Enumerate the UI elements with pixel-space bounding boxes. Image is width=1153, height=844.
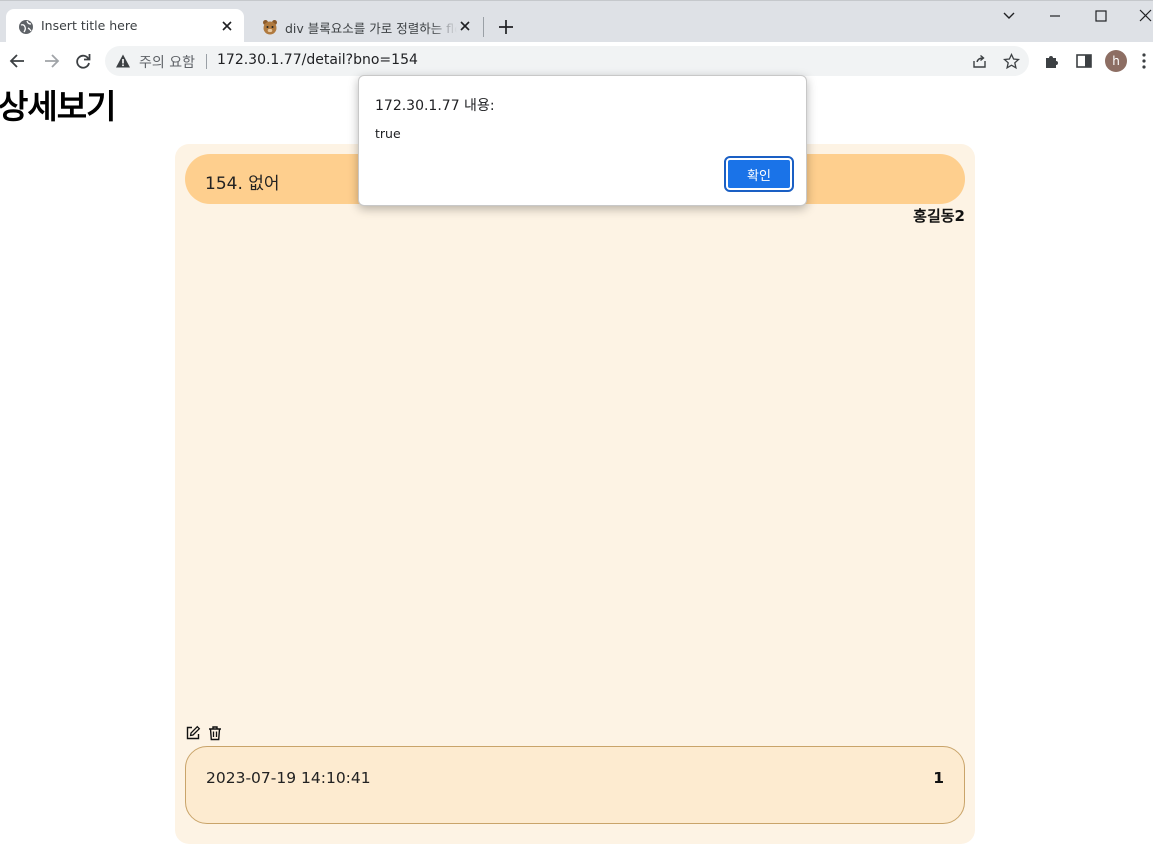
forward-arrow-icon[interactable] <box>41 51 61 71</box>
new-tab-icon[interactable] <box>495 16 517 38</box>
more-menu-icon[interactable] <box>1140 52 1148 70</box>
address-bar[interactable]: 주의 요함 172.30.1.77/detail?bno=154 <box>105 46 1029 76</box>
share-icon[interactable] <box>971 53 988 70</box>
warning-icon[interactable] <box>115 53 131 69</box>
post-detail-card: 154. 없어 홍길동2 2023-07-19 14:10:41 1 <box>175 144 975 844</box>
back-arrow-icon[interactable] <box>8 51 28 71</box>
address-divider <box>206 54 207 69</box>
tab-insert-title[interactable]: Insert title here <box>6 9 244 43</box>
post-date: 2023-07-19 14:10:41 <box>206 769 371 787</box>
ok-button[interactable]: 확인 <box>724 156 794 192</box>
close-icon[interactable] <box>456 17 474 35</box>
alert-dialog: 172.30.1.77 내용: true 확인 <box>358 75 807 206</box>
window-close-icon[interactable] <box>1130 5 1153 27</box>
post-author: 홍길동2 <box>913 207 965 225</box>
minimize-icon[interactable] <box>1040 5 1070 27</box>
reload-icon[interactable] <box>73 51 93 71</box>
tab-title: Insert title here <box>41 18 138 33</box>
close-icon[interactable] <box>218 17 236 35</box>
globe-icon <box>19 20 33 34</box>
tab-search-chevron-icon[interactable] <box>994 5 1024 27</box>
edit-icon[interactable] <box>185 725 201 741</box>
tab-div-flex[interactable]: div 블록요소를 가로 정렬하는 fle <box>250 9 482 43</box>
bear-favicon-icon <box>263 20 277 35</box>
bookmark-star-icon[interactable] <box>1003 53 1020 70</box>
page-title: 상세보기 <box>0 87 116 126</box>
extensions-puzzle-icon[interactable] <box>1043 52 1061 70</box>
dialog-message: true <box>375 126 401 141</box>
profile-avatar[interactable]: h <box>1105 50 1127 72</box>
tab-strip: Insert title here div 블록요소를 가로 정렬하는 fle <box>0 0 1153 43</box>
post-title: 154. 없어 <box>205 174 280 194</box>
side-panel-icon[interactable] <box>1075 52 1093 70</box>
security-status-label[interactable]: 주의 요함 <box>139 52 195 72</box>
post-meta-bar: 2023-07-19 14:10:41 1 <box>185 746 965 824</box>
post-view-count: 1 <box>933 769 944 787</box>
maximize-icon[interactable] <box>1086 5 1116 27</box>
dialog-title: 172.30.1.77 내용: <box>375 98 495 114</box>
url-text[interactable]: 172.30.1.77/detail?bno=154 <box>217 52 418 68</box>
tab-title: div 블록요소를 가로 정렬하는 fle <box>285 21 457 36</box>
tab-divider <box>483 17 484 37</box>
trash-icon[interactable] <box>207 725 223 741</box>
